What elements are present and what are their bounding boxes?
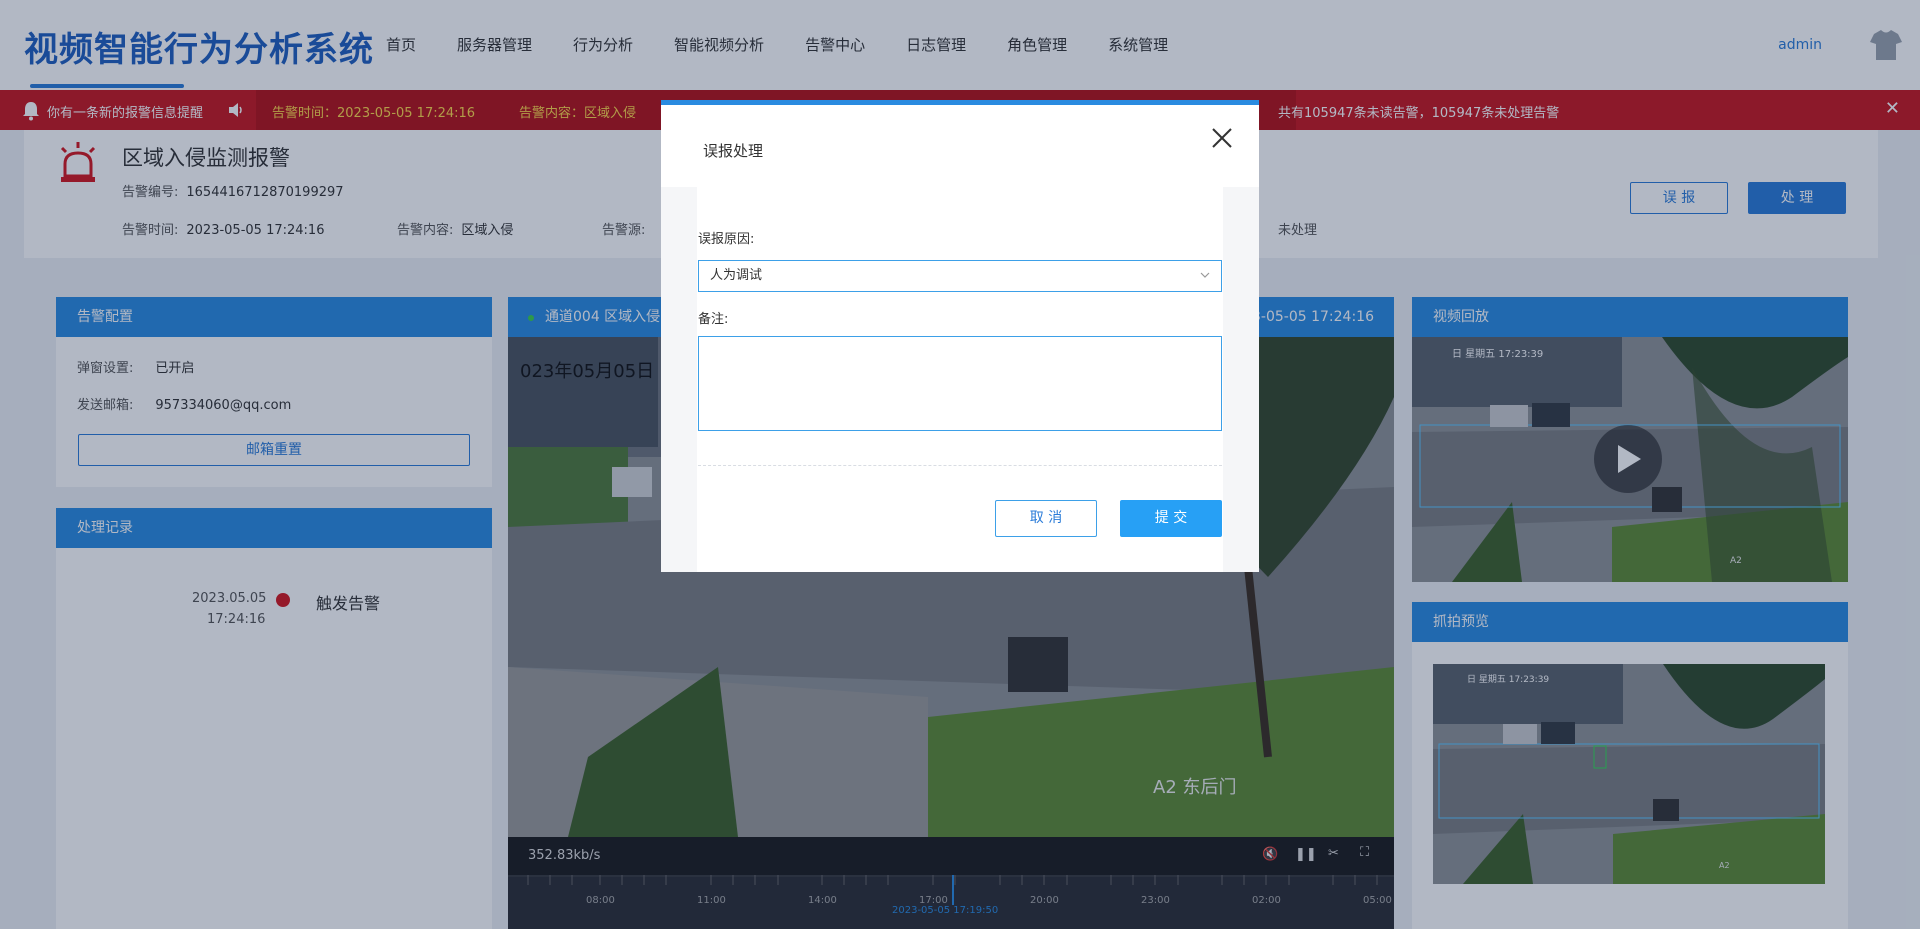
false-alarm-dialog: 误报处理 误报原因: 人为调试 备注: 取 消 提 交 — [661, 100, 1259, 572]
modal-side-right — [1223, 187, 1259, 572]
modal-divider — [698, 465, 1222, 466]
cancel-button[interactable]: 取 消 — [995, 500, 1097, 537]
note-label: 备注: — [698, 312, 729, 327]
note-textarea[interactable] — [698, 336, 1222, 431]
close-icon[interactable] — [1211, 127, 1233, 149]
modal-title: 误报处理 — [703, 142, 764, 160]
reason-select[interactable]: 人为调试 — [698, 260, 1222, 292]
submit-button[interactable]: 提 交 — [1120, 500, 1222, 537]
modal-side-left — [661, 187, 697, 572]
chevron-down-icon — [1200, 272, 1210, 278]
reason-label: 误报原因: — [698, 232, 755, 247]
reason-value: 人为调试 — [710, 268, 763, 283]
